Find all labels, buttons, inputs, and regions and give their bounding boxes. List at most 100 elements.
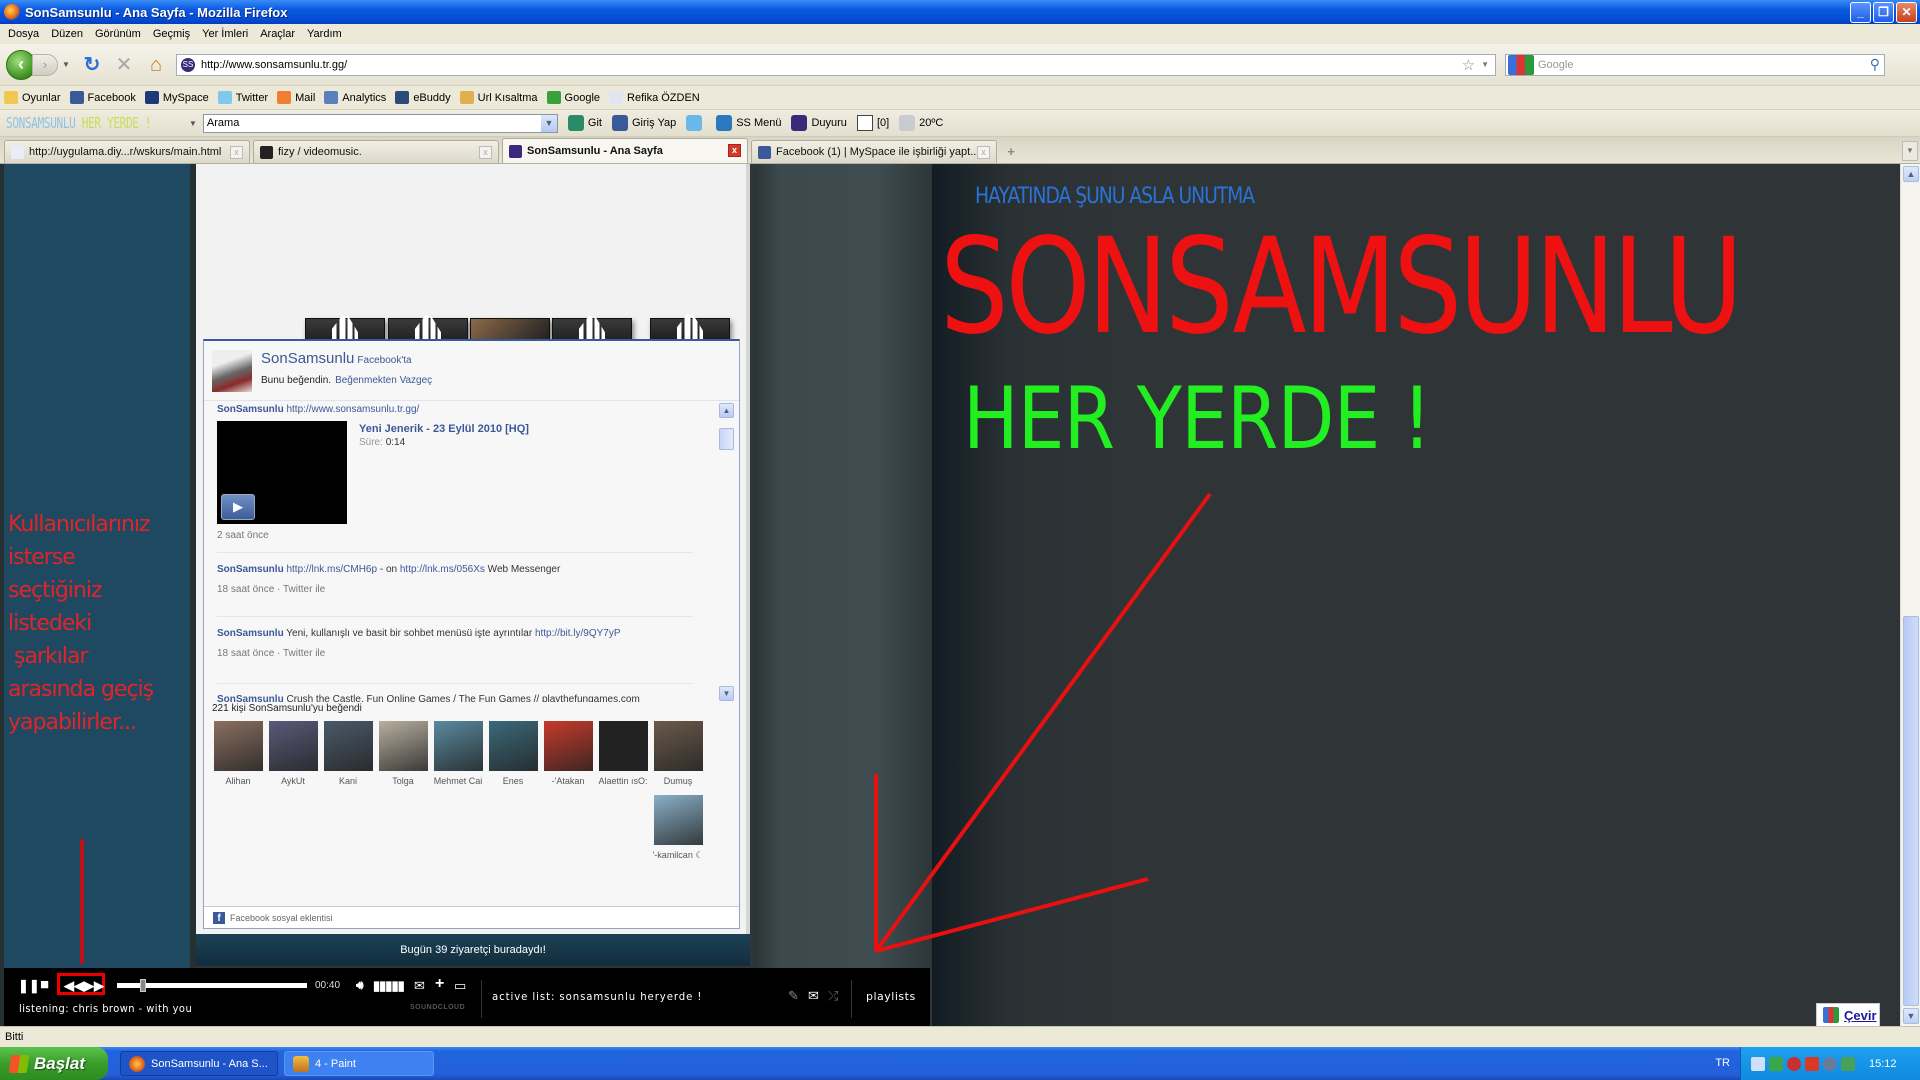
toolbar-item[interactable]: [0] [856, 115, 889, 131]
toolbar-menu-dropdown-icon[interactable]: ▼ [189, 119, 197, 128]
browser-tab[interactable]: http://uygulama.diy...r/wskurs/main.html… [4, 140, 250, 163]
bookmark-star-icon[interactable]: ☆ [1462, 56, 1475, 74]
volume-icon[interactable]: 🔊︎ [356, 978, 364, 993]
playlists-button[interactable]: playlists [866, 990, 916, 1003]
video-title[interactable]: Yeni Jenerik - 23 Eylül 2010 [HQ] [359, 423, 529, 435]
tab-close-icon[interactable]: x [230, 146, 243, 159]
bookmark-item[interactable]: Oyunlar [4, 91, 61, 104]
ati-icon[interactable] [1805, 1056, 1819, 1071]
play-icon[interactable]: ▶ [221, 494, 255, 520]
toolbar-item[interactable]: Giriş Yap [611, 115, 676, 131]
bookmark-item[interactable]: Google [546, 91, 600, 104]
post-author[interactable]: SonSamsunlu [217, 404, 284, 415]
start-button[interactable]: Başlat [0, 1047, 108, 1080]
maximize-button[interactable]: ❐ [1873, 2, 1894, 23]
taskbar-item-paint[interactable]: 4 - Paint [284, 1051, 434, 1076]
new-tab-button[interactable]: + [1000, 141, 1022, 163]
post-link-2[interactable]: http://lnk.ms/056Xs [400, 564, 485, 575]
menu-araclar[interactable]: Araçlar [258, 28, 305, 40]
history-dropdown-icon[interactable]: ▼ [60, 60, 72, 69]
taskbar-item-firefox[interactable]: SonSamsunlu - Ana S... [120, 1051, 278, 1076]
progress-knob[interactable] [139, 979, 146, 992]
bookmark-item[interactable]: Facebook [69, 91, 136, 104]
toolbar-search-dropdown-icon[interactable]: ▼ [540, 114, 557, 132]
page-scrollbar[interactable]: ▲ ▼ [1900, 164, 1920, 1026]
post-link[interactable]: http://lnk.ms/CMH6p [286, 564, 377, 575]
fan-avatar[interactable]: Alaettin ısO: [597, 721, 649, 786]
unlike-link[interactable]: Beğenmekten Vazgeç [335, 375, 432, 386]
browser-tab[interactable]: fizy / videomusic. x [253, 140, 499, 163]
browser-tab[interactable]: SonSamsunlu - Ana Sayfa x [502, 138, 748, 163]
bookmark-item[interactable]: MySpace [144, 91, 209, 104]
post-author[interactable]: SonSamsunlu [217, 564, 284, 575]
progress-bar[interactable] [117, 979, 307, 992]
fan-avatar[interactable]: '-kamilcan ☾ [652, 795, 704, 861]
bookmark-item[interactable]: Refika ÖZDEN [609, 91, 700, 104]
google-engine-icon[interactable] [1508, 54, 1534, 75]
stream-scrollbar[interactable]: ▲ ▼ [719, 403, 734, 701]
bookmark-item[interactable]: Mail [277, 91, 315, 104]
shuffle-icon[interactable]: ⤮ [828, 988, 838, 1004]
scroll-down-button[interactable]: ▼ [719, 686, 734, 701]
menu-yardim[interactable]: Yardım [305, 28, 352, 40]
page-scroll-up[interactable]: ▲ [1903, 166, 1919, 182]
menu-dosya[interactable]: Dosya [6, 28, 49, 40]
fan-avatar[interactable]: Tolga [377, 721, 429, 786]
fan-avatar[interactable]: Enes [487, 721, 539, 786]
antivirus-icon[interactable] [1787, 1056, 1801, 1071]
fan-avatar[interactable]: AykUt [267, 721, 319, 786]
fan-avatar[interactable]: -'Atakan [542, 721, 594, 786]
search-box[interactable]: Google ⚲ [1505, 53, 1885, 76]
zonealarm-icon[interactable] [1769, 1056, 1783, 1071]
soundcloud-logo[interactable]: SOUNDCLOUD [410, 1004, 465, 1011]
tab-list-dropdown[interactable]: ▼ [1902, 141, 1918, 161]
webcam-icon[interactable] [1823, 1056, 1837, 1071]
home-icon[interactable]: ⌂ [144, 53, 168, 77]
fan-avatar[interactable]: Dumuş [652, 721, 704, 786]
page-avatar[interactable] [212, 350, 252, 392]
video-thumbnail[interactable] [650, 318, 730, 340]
tab-close-icon[interactable]: x [977, 146, 990, 159]
bookmark-item[interactable]: Twitter [217, 91, 268, 104]
toolbar-item[interactable]: 20ºC [899, 115, 943, 131]
playlist-mail-icon[interactable]: ✉ [808, 988, 819, 1004]
next-track-button[interactable]: ▶▶ [84, 978, 104, 994]
pause-button[interactable]: ❚❚ [18, 978, 40, 994]
toolbar-item[interactable]: Git [567, 115, 602, 131]
network-icon[interactable] [1751, 1056, 1765, 1071]
translate-button[interactable]: Çevir [1816, 1003, 1880, 1027]
page-scroll-thumb[interactable] [1903, 616, 1919, 1006]
menu-gorunum[interactable]: Görünüm [93, 28, 151, 40]
toolbar-item[interactable] [686, 115, 706, 131]
fullscreen-icon[interactable]: ▭ [454, 978, 466, 994]
browser-tab[interactable]: Facebook (1) | MySpace ile işbirliği yap… [751, 140, 997, 163]
search-icon[interactable]: ⚲ [1870, 56, 1880, 73]
language-indicator[interactable]: TR [1715, 1057, 1730, 1069]
safely-remove-icon[interactable] [1841, 1056, 1855, 1071]
stop-button[interactable]: ■ [40, 976, 49, 993]
bookmark-item[interactable]: Analytics [324, 91, 386, 104]
toolbar-item[interactable]: Duyuru [791, 115, 847, 131]
fan-avatar[interactable]: Kani [322, 721, 374, 786]
toolbar-search-input[interactable]: Arama ▼ [202, 113, 558, 133]
forward-button[interactable]: › [32, 53, 58, 76]
url-bar[interactable]: SS http://www.sonsamsunlu.tr.gg/ ☆ ▼ [176, 53, 1496, 76]
menu-yer-imleri[interactable]: Yer İmleri [200, 28, 258, 40]
fan-avatar[interactable]: Mehmet Cai [432, 721, 484, 786]
edit-pencil-icon[interactable]: ✎ [788, 988, 799, 1004]
post-link[interactable]: http://www.sonsamsunlu.tr.gg/ [286, 404, 419, 415]
video-thumbnail[interactable]: ▶ [217, 421, 347, 524]
volume-level[interactable]: ▮▮▮▮▮ [373, 978, 405, 994]
menu-duzen[interactable]: Düzen [49, 28, 93, 40]
url-dropdown-icon[interactable]: ▼ [1481, 60, 1489, 69]
menu-gecmis[interactable]: Geçmiş [151, 28, 200, 40]
bookmark-item[interactable]: eBuddy [395, 91, 451, 104]
social-plugin-link[interactable]: Facebook sosyal eklentisi [230, 913, 333, 923]
post-link[interactable]: http://bit.ly/9QY7yP [535, 628, 621, 639]
post-author[interactable]: SonSamsunlu [217, 628, 284, 639]
post-author[interactable]: SonSamsunlu [217, 694, 284, 702]
toolbar-item[interactable]: SS Menü [716, 115, 781, 131]
stop-icon[interactable]: ✕ [112, 53, 136, 77]
close-button[interactable]: ✕ [1896, 2, 1917, 23]
tab-close-icon[interactable]: x [479, 146, 492, 159]
